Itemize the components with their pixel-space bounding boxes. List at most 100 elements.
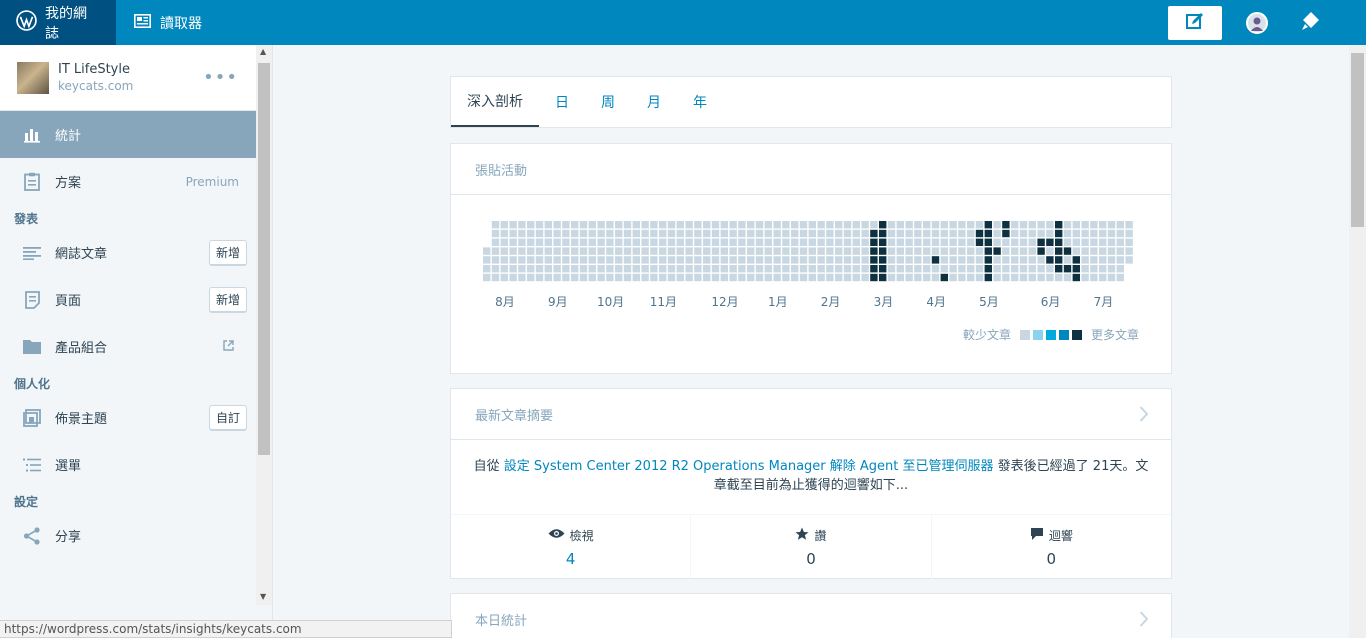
heatmap-day-cell[interactable] — [1063, 238, 1072, 246]
heatmap-day-cell[interactable] — [747, 273, 755, 282]
heatmap-day-cell[interactable] — [1099, 238, 1107, 246]
heatmap-day-cell[interactable] — [1090, 229, 1098, 238]
heatmap-day-cell[interactable] — [949, 238, 957, 246]
heatmap-day-cell[interactable] — [870, 229, 878, 238]
heatmap-day-cell[interactable] — [993, 221, 1001, 229]
heatmap-day-cell[interactable] — [606, 247, 614, 255]
today-stats-header[interactable]: 本日統計 — [451, 594, 1171, 638]
heatmap-day-cell[interactable] — [905, 238, 913, 246]
heatmap-day-cell[interactable] — [509, 229, 517, 238]
heatmap-day-cell[interactable] — [659, 238, 667, 246]
heatmap-day-cell[interactable] — [1028, 221, 1036, 229]
heatmap-day-cell[interactable] — [1099, 229, 1107, 238]
heatmap-day-cell[interactable] — [870, 273, 878, 282]
heatmap-day-cell[interactable] — [958, 256, 966, 264]
heatmap-day-cell[interactable] — [1063, 273, 1072, 282]
heatmap-day-cell[interactable] — [544, 221, 552, 229]
heatmap-day-cell[interactable] — [905, 256, 913, 264]
heatmap-day-cell[interactable] — [808, 265, 816, 273]
heatmap-day-cell[interactable] — [808, 238, 816, 246]
heatmap-day-cell[interactable] — [764, 221, 772, 229]
heatmap-day-cell[interactable] — [615, 247, 623, 255]
heatmap-day-cell[interactable] — [685, 256, 693, 264]
heatmap-day-cell[interactable] — [597, 238, 605, 246]
heatmap-day-cell[interactable] — [544, 256, 552, 264]
tab-year[interactable]: 年 — [677, 77, 723, 127]
heatmap-day-cell[interactable] — [571, 247, 579, 255]
heatmap-day-cell[interactable] — [835, 256, 843, 264]
heatmap-day-cell[interactable] — [562, 221, 570, 229]
heatmap-day-cell[interactable] — [764, 229, 772, 238]
heatmap-day-cell[interactable] — [500, 238, 508, 246]
heatmap-day-cell[interactable] — [606, 238, 614, 246]
heatmap-day-cell[interactable] — [879, 238, 887, 246]
heatmap-day-cell[interactable] — [782, 273, 790, 282]
heatmap-day-cell[interactable] — [729, 256, 737, 264]
more-options-icon[interactable]: ••• — [203, 67, 238, 88]
write-button[interactable] — [1168, 5, 1222, 40]
heatmap-day-cell[interactable] — [791, 238, 799, 246]
heatmap-day-cell[interactable] — [1002, 221, 1010, 229]
heatmap-day-cell[interactable] — [615, 265, 623, 273]
heatmap-day-cell[interactable] — [931, 238, 940, 246]
heatmap-day-cell[interactable] — [518, 265, 526, 273]
heatmap-day-cell[interactable] — [703, 247, 711, 255]
heatmap-day-cell[interactable] — [711, 238, 720, 246]
heatmap-day-cell[interactable] — [835, 221, 843, 229]
heatmap-day-cell[interactable] — [685, 221, 693, 229]
heatmap-day-cell[interactable] — [544, 238, 552, 246]
heatmap-day-cell[interactable] — [791, 265, 799, 273]
heatmap-day-cell[interactable] — [667, 221, 676, 229]
heatmap-day-cell[interactable] — [808, 221, 816, 229]
heatmap-day-cell[interactable] — [535, 265, 544, 273]
heatmap-day-cell[interactable] — [650, 229, 658, 238]
heatmap-day-cell[interactable] — [711, 247, 720, 255]
heatmap-day-cell[interactable] — [527, 229, 535, 238]
heatmap-day-cell[interactable] — [491, 229, 500, 238]
heatmap-day-cell[interactable] — [1116, 273, 1124, 282]
heatmap-day-cell[interactable] — [535, 247, 544, 255]
heatmap-day-cell[interactable] — [747, 229, 755, 238]
heatmap-day-cell[interactable] — [747, 265, 755, 273]
heatmap-day-cell[interactable] — [527, 265, 535, 273]
heatmap-day-cell[interactable] — [755, 256, 764, 264]
heatmap-day-cell[interactable] — [1063, 256, 1072, 264]
heatmap-day-cell[interactable] — [685, 238, 693, 246]
heatmap-day-cell[interactable] — [1019, 265, 1028, 273]
heatmap-day-cell[interactable] — [729, 229, 737, 238]
heatmap-day-cell[interactable] — [720, 221, 728, 229]
heatmap-day-cell[interactable] — [518, 229, 526, 238]
heatmap-day-cell[interactable] — [1011, 221, 1019, 229]
heatmap-day-cell[interactable] — [940, 273, 948, 282]
heatmap-day-cell[interactable] — [905, 229, 913, 238]
heatmap-day-cell[interactable] — [861, 229, 869, 238]
heatmap-day-cell[interactable] — [764, 265, 772, 273]
heatmap-day-cell[interactable] — [773, 238, 781, 246]
heatmap-day-cell[interactable] — [1099, 247, 1107, 255]
heatmap-day-cell[interactable] — [1046, 273, 1054, 282]
scroll-up-arrow-icon[interactable]: ▲ — [260, 47, 266, 56]
heatmap-day-cell[interactable] — [905, 273, 913, 282]
heatmap-day-cell[interactable] — [1090, 247, 1098, 255]
heatmap-day-cell[interactable] — [509, 256, 517, 264]
heatmap-day-cell[interactable] — [518, 273, 526, 282]
heatmap-day-cell[interactable] — [491, 221, 500, 229]
heatmap-day-cell[interactable] — [1081, 221, 1089, 229]
heatmap-day-cell[interactable] — [755, 229, 764, 238]
heatmap-day-cell[interactable] — [676, 265, 684, 273]
sidebar-item-sharing[interactable]: 分享 — [0, 512, 256, 559]
heatmap-day-cell[interactable] — [914, 256, 922, 264]
heatmap-day-cell[interactable] — [588, 256, 596, 264]
heatmap-day-cell[interactable] — [905, 247, 913, 255]
heatmap-day-cell[interactable] — [729, 247, 737, 255]
site-card[interactable]: IT LifeStyle keycats.com ••• — [0, 45, 256, 111]
heatmap-day-cell[interactable] — [905, 265, 913, 273]
heatmap-day-cell[interactable] — [958, 265, 966, 273]
reader-button[interactable]: 讀取器 — [116, 0, 218, 45]
heatmap-day-cell[interactable] — [562, 265, 570, 273]
heatmap-day-cell[interactable] — [518, 247, 526, 255]
heatmap-day-cell[interactable] — [755, 221, 764, 229]
heatmap-day-cell[interactable] — [773, 265, 781, 273]
heatmap-day-cell[interactable] — [659, 247, 667, 255]
heatmap-day-cell[interactable] — [914, 273, 922, 282]
